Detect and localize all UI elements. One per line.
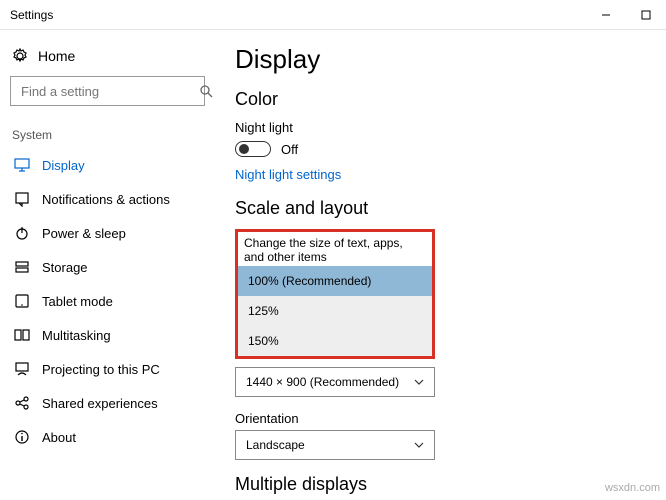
sidebar-item-projecting[interactable]: Projecting to this PC: [10, 352, 205, 386]
scale-label: Change the size of text, apps, and other…: [238, 232, 432, 266]
search-input[interactable]: [19, 83, 199, 100]
window-controls: [586, 0, 666, 30]
sidebar-item-label: Display: [42, 158, 85, 173]
sidebar-item-label: Power & sleep: [42, 226, 126, 241]
page-title: Display: [235, 44, 646, 75]
sidebar-item-multitasking[interactable]: Multitasking: [10, 318, 205, 352]
scale-options-list: 100% (Recommended) 125% 150%: [238, 266, 432, 356]
sidebar-item-label: Storage: [42, 260, 88, 275]
multiple-displays-heading: Multiple displays: [235, 474, 646, 495]
sidebar-item-label: Tablet mode: [42, 294, 113, 309]
scale-option-100[interactable]: 100% (Recommended): [238, 266, 432, 296]
scale-option-125[interactable]: 125%: [238, 296, 432, 326]
night-light-toggle[interactable]: [235, 141, 271, 157]
gear-icon: [12, 48, 28, 64]
home-nav[interactable]: Home: [10, 40, 205, 76]
orientation-select[interactable]: Landscape: [235, 430, 435, 460]
titlebar: Settings: [0, 0, 666, 30]
sidebar-item-display[interactable]: Display: [10, 148, 205, 182]
multitasking-icon: [14, 327, 30, 343]
chevron-down-icon: [414, 377, 424, 387]
home-label: Home: [38, 48, 75, 64]
minimize-button[interactable]: [586, 0, 626, 30]
about-icon: [14, 429, 30, 445]
chevron-down-icon: [414, 440, 424, 450]
scale-option-150[interactable]: 150%: [238, 326, 432, 356]
night-light-label: Night light: [235, 120, 646, 135]
sidebar: Home System Display Notifications & acti…: [0, 30, 215, 500]
main-panel: Display Color Night light Off Night ligh…: [215, 30, 666, 500]
orientation-label: Orientation: [235, 411, 646, 426]
notifications-icon: [14, 191, 30, 207]
sidebar-item-tablet[interactable]: Tablet mode: [10, 284, 205, 318]
shared-icon: [14, 395, 30, 411]
night-light-settings-link[interactable]: Night light settings: [235, 167, 646, 182]
scale-heading: Scale and layout: [235, 198, 646, 219]
resolution-value: 1440 × 900 (Recommended): [246, 375, 399, 389]
watermark: wsxdn.com: [605, 482, 660, 494]
tablet-icon: [14, 293, 30, 309]
sidebar-item-storage[interactable]: Storage: [10, 250, 205, 284]
color-heading: Color: [235, 89, 646, 110]
projecting-icon: [14, 361, 30, 377]
sidebar-item-label: Notifications & actions: [42, 192, 170, 207]
sidebar-item-label: Projecting to this PC: [42, 362, 160, 377]
section-label: System: [12, 128, 205, 142]
sidebar-item-label: Multitasking: [42, 328, 111, 343]
window-title: Settings: [10, 8, 53, 22]
sidebar-item-power[interactable]: Power & sleep: [10, 216, 205, 250]
sidebar-item-shared[interactable]: Shared experiences: [10, 386, 205, 420]
sidebar-item-about[interactable]: About: [10, 420, 205, 454]
resolution-select[interactable]: 1440 × 900 (Recommended): [235, 367, 435, 397]
sidebar-item-label: Shared experiences: [42, 396, 158, 411]
sidebar-item-notifications[interactable]: Notifications & actions: [10, 182, 205, 216]
search-box[interactable]: [10, 76, 205, 106]
storage-icon: [14, 259, 30, 275]
scale-dropdown-open: Change the size of text, apps, and other…: [235, 229, 435, 359]
toggle-state: Off: [281, 142, 298, 157]
power-icon: [14, 225, 30, 241]
search-icon: [199, 84, 213, 98]
maximize-button[interactable]: [626, 0, 666, 30]
sidebar-item-label: About: [42, 430, 76, 445]
display-icon: [14, 157, 30, 173]
orientation-value: Landscape: [246, 438, 305, 452]
